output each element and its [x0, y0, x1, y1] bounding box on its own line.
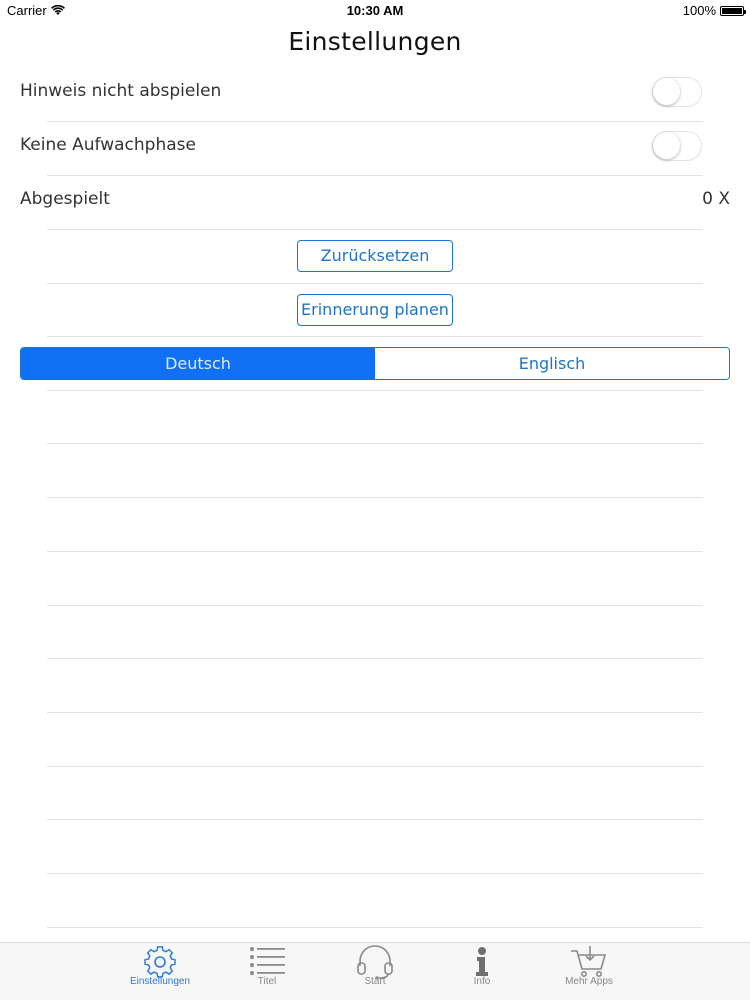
- tab-label: Titel: [257, 976, 277, 987]
- empty-row-divider: [47, 873, 703, 874]
- aufwachphase-toggle[interactable]: [652, 131, 702, 161]
- page-title: Einstellungen: [288, 27, 462, 56]
- battery-fill: [722, 7, 742, 14]
- hinweis-toggle[interactable]: [652, 77, 702, 107]
- language-segmented-control: Deutsch Englisch: [20, 347, 730, 380]
- battery-percent: 100%: [682, 3, 716, 18]
- abgespielt-count: 0 X: [702, 189, 730, 209]
- tab-label: Start: [364, 976, 386, 987]
- abgespielt-label: Abgespielt: [20, 189, 110, 209]
- setting-row-hinweis: Hinweis nicht abspielen: [0, 64, 750, 118]
- tab-label: Einstellungen: [129, 976, 191, 987]
- empty-row-divider: [47, 605, 703, 606]
- status-bar: Carrier 10:30 AM 100%: [0, 0, 750, 22]
- tab-einstellungen[interactable]: Einstellungen: [110, 943, 210, 1000]
- empty-row-divider: [47, 819, 703, 820]
- empty-row-divider: [47, 551, 703, 552]
- tab-mehr-apps[interactable]: Mehr Apps: [539, 943, 639, 1000]
- hinweis-label: Hinweis nicht abspielen: [20, 81, 222, 101]
- headphones-icon: [357, 945, 393, 979]
- reset-button[interactable]: Zurücksetzen: [297, 240, 453, 272]
- segment-deutsch[interactable]: Deutsch: [21, 348, 375, 379]
- empty-row-divider: [47, 658, 703, 659]
- cart-icon: [571, 946, 607, 977]
- empty-row-divider: [47, 766, 703, 767]
- toggle-knob: [653, 132, 680, 159]
- tab-label: Mehr Apps: [565, 976, 613, 987]
- tab-start[interactable]: Start: [325, 943, 425, 1000]
- empty-row-divider: [47, 927, 703, 928]
- toggle-knob: [653, 78, 680, 105]
- tab-label: Info: [473, 976, 491, 987]
- row-divider: [47, 390, 703, 391]
- schedule-reminder-button[interactable]: Erinnerung planen: [297, 294, 453, 326]
- info-icon: [476, 947, 488, 976]
- row-divider: [47, 229, 703, 230]
- tab-bar: Einstellungen Titel Start Info Mehr Apps: [0, 942, 750, 1000]
- row-divider: [47, 336, 703, 337]
- tab-titel[interactable]: Titel: [217, 943, 317, 1000]
- empty-row-divider: [47, 712, 703, 713]
- segment-englisch[interactable]: Englisch: [375, 348, 729, 379]
- row-divider: [47, 283, 703, 284]
- gear-icon: [144, 946, 176, 978]
- setting-row-aufwachphase: Keine Aufwachphase: [0, 118, 750, 172]
- empty-row-divider: [47, 443, 703, 444]
- setting-row-abgespielt: Abgespielt 0 X: [0, 172, 750, 226]
- aufwachphase-label: Keine Aufwachphase: [20, 135, 196, 155]
- status-time: 10:30 AM: [346, 3, 404, 18]
- battery-icon: [720, 5, 746, 16]
- status-right: 100%: [682, 3, 746, 18]
- empty-row-divider: [47, 497, 703, 498]
- list-icon: [250, 947, 285, 975]
- tab-info[interactable]: Info: [432, 943, 532, 1000]
